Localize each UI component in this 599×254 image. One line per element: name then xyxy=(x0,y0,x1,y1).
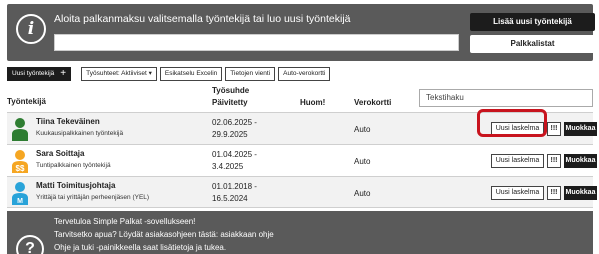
header-employment-line2: Päivitetty xyxy=(212,98,248,107)
header-employment-line1: Työsuhde xyxy=(212,86,250,95)
svg-text:M: M xyxy=(17,198,23,205)
employee-avatar-icon: M xyxy=(12,182,28,205)
header-tax-card: Verokortti xyxy=(354,98,392,107)
employee-name[interactable]: Sara Soittaja xyxy=(36,149,84,158)
start-panel: i Aloita palkanmaksu valitsemalla työnte… xyxy=(7,4,595,61)
employee-type: Kuukausipalkkainen työntekijä xyxy=(36,130,124,137)
employee-type: Yrittäjä tai yrittäjän perheenjäsen (YEL… xyxy=(36,194,150,201)
employment-filter-dropdown[interactable]: Työsuhteet: Aktiiviset ▾ xyxy=(81,67,157,81)
employment-period: 02.06.2025 - 29.9.2025 xyxy=(212,118,257,139)
employee-name[interactable]: Tiina Tekeväinen xyxy=(36,117,100,126)
employee-avatar-icon xyxy=(12,118,28,141)
header-employee: Työntekijä xyxy=(7,97,46,106)
edit-button[interactable]: Muokkaa xyxy=(564,154,597,168)
help-text: Tarvitsetko apua? Löydät asiakasohjeen t… xyxy=(54,230,274,239)
employee-search-input[interactable] xyxy=(54,34,459,51)
new-employee-button[interactable]: Uusi työntekijä + xyxy=(7,67,72,81)
svg-text:$$: $$ xyxy=(16,164,25,173)
payslips-button[interactable]: Palkkalistat xyxy=(470,35,595,53)
info-icon: i xyxy=(16,14,46,44)
new-calculation-button[interactable]: Uusi laskelma xyxy=(491,186,544,200)
start-panel-title: Aloita palkanmaksu valitsemalla työnteki… xyxy=(54,13,351,25)
toolbar: Uusi työntekijä + Työsuhteet: Aktiiviset… xyxy=(7,67,331,81)
add-employee-button[interactable]: Lisää uusi työntekijä xyxy=(470,13,595,31)
data-export-button[interactable]: Tietojen vienti xyxy=(225,67,276,81)
notes-button[interactable]: !!! xyxy=(547,154,561,168)
table-row[interactable]: $$ Sara Soittaja Tuntipalkkainen työntek… xyxy=(7,144,597,176)
highlight-annotation xyxy=(477,109,547,137)
new-calculation-button[interactable]: Uusi laskelma xyxy=(491,154,544,168)
tax-card-value: Auto xyxy=(354,157,371,166)
auto-tax-card-button[interactable]: Auto-verokortti xyxy=(278,67,331,81)
header-note: Huom! xyxy=(300,98,326,107)
employment-period: 01.04.2025 - 3.4.2025 xyxy=(212,150,257,171)
plus-icon: + xyxy=(60,68,67,79)
employee-name[interactable]: Matti Toimitusjohtaja xyxy=(36,181,115,190)
welcome-panel: ? Tervetuloa Simple Palkat -sovellukseen… xyxy=(7,211,593,254)
excel-preview-button[interactable]: Esikatselu Excelin xyxy=(159,67,223,81)
support-text: Ohje ja tuki -painikkeella saat lisätiet… xyxy=(54,243,227,252)
new-employee-label: Uusi työntekijä xyxy=(12,70,55,77)
text-search-input[interactable]: Tekstihaku xyxy=(419,89,593,107)
tax-card-value: Auto xyxy=(354,189,371,198)
edit-button[interactable]: Muokkaa xyxy=(564,122,597,136)
notes-button[interactable]: !!! xyxy=(547,186,561,200)
welcome-title: Tervetuloa Simple Palkat -sovellukseen! xyxy=(54,217,196,226)
tax-card-value: Auto xyxy=(354,125,371,134)
notes-button[interactable]: !!! xyxy=(547,122,561,136)
employment-period: 01.01.2018 - 16.5.2024 xyxy=(212,182,257,203)
employee-type: Tuntipalkkainen työntekijä xyxy=(36,162,111,169)
employee-avatar-icon: $$ xyxy=(12,150,28,173)
help-icon: ? xyxy=(16,235,44,254)
edit-button[interactable]: Muokkaa xyxy=(564,186,597,200)
table-row[interactable]: M Matti Toimitusjohtaja Yrittäjä tai yri… xyxy=(7,176,597,208)
